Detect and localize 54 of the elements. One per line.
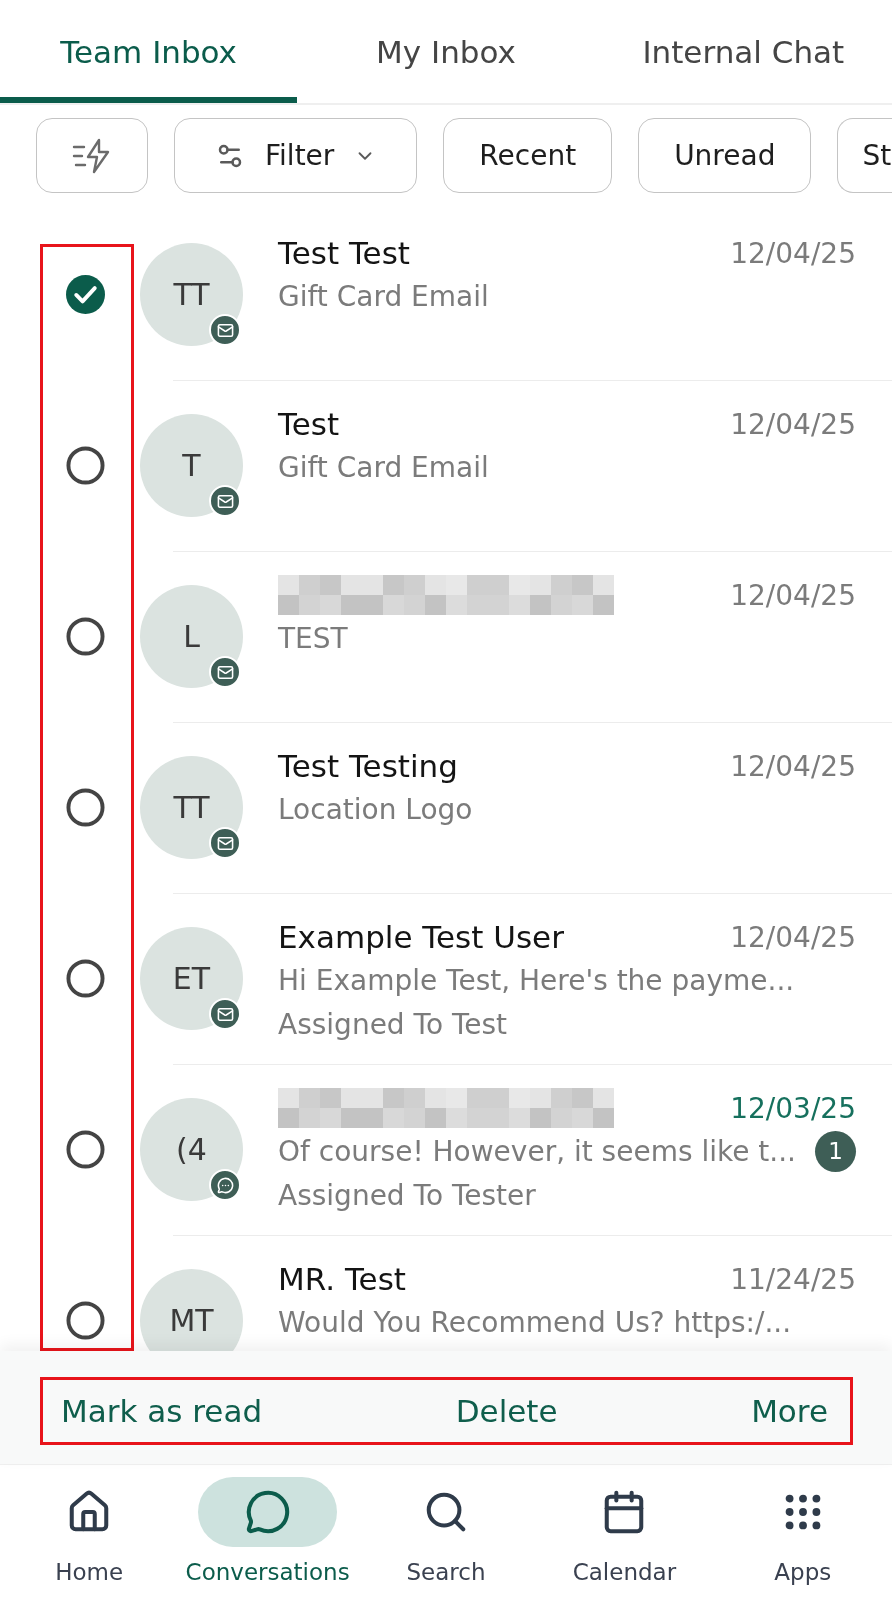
action-button[interactable]: Delete xyxy=(455,1393,558,1429)
checkbox[interactable] xyxy=(66,959,105,998)
contact-name: Example Test User xyxy=(278,919,564,955)
avatar-initials: L xyxy=(183,619,200,654)
action-button[interactable]: Mark as read xyxy=(61,1393,263,1429)
checkbox[interactable] xyxy=(66,1130,105,1169)
nav-item[interactable]: Apps xyxy=(713,1465,892,1599)
filter-chip[interactable]: St xyxy=(837,118,892,193)
message-preview: Would You Recommend Us? https:/... xyxy=(278,1305,792,1339)
message-preview: Hi Example Test, Here's the payme... xyxy=(278,963,795,997)
message-preview: Of course! However, it seems like t... xyxy=(278,1134,796,1168)
message-date: 12/04/25 xyxy=(730,749,856,783)
assignee-label: Assigned To Test xyxy=(278,1007,508,1041)
avatar-initials: (4 xyxy=(176,1132,207,1167)
contact-name: MR. Test xyxy=(278,1261,406,1297)
message-preview: Gift Card Email xyxy=(278,450,489,484)
tab[interactable]: Team Inbox xyxy=(0,0,298,103)
checkbox[interactable] xyxy=(66,1301,105,1340)
message-date: 12/04/25 xyxy=(730,920,856,954)
checkbox[interactable] xyxy=(66,617,105,656)
filter-dropdown[interactable]: Filter xyxy=(174,118,418,193)
filter-chip[interactable]: Recent xyxy=(443,118,613,193)
lightning-icon xyxy=(72,137,112,174)
message-preview: Gift Card Email xyxy=(278,279,489,313)
tab[interactable]: Internal Chat xyxy=(594,0,892,103)
nav-item[interactable]: Conversations xyxy=(178,1465,357,1599)
message-preview: Location Logo xyxy=(278,792,473,826)
filter-chip[interactable]: Unread xyxy=(638,118,812,193)
avatar-initials: TT xyxy=(173,790,210,825)
nav-item[interactable]: Search xyxy=(356,1465,536,1599)
icon-button[interactable] xyxy=(36,118,148,193)
assignee-label: Assigned To Tester xyxy=(278,1178,536,1212)
unread-count-badge: 1 xyxy=(815,1130,856,1172)
nav-item[interactable]: Calendar xyxy=(535,1465,714,1599)
action-button[interactable]: More xyxy=(751,1393,828,1429)
chat-bubble-icon xyxy=(244,1489,291,1535)
contact-name: Test Test xyxy=(278,235,410,271)
tab[interactable]: My Inbox xyxy=(297,0,595,103)
checkbox[interactable] xyxy=(66,788,105,827)
message-date: 12/03/25 xyxy=(730,1091,856,1125)
avatar-initials: T xyxy=(182,448,201,483)
checkbox[interactable] xyxy=(66,275,105,314)
avatar-initials: MT xyxy=(169,1303,214,1338)
message-date: 12/04/25 xyxy=(730,407,856,441)
avatar-initials: ET xyxy=(172,961,211,996)
checkbox[interactable] xyxy=(66,446,105,485)
message-date: 12/04/25 xyxy=(730,578,856,612)
message-preview: TEST xyxy=(278,621,348,655)
message-date: 11/24/25 xyxy=(730,1262,856,1296)
contact-name: Test xyxy=(278,406,340,442)
contact-name: Test Testing xyxy=(278,748,458,784)
message-date: 12/04/25 xyxy=(730,236,856,270)
avatar-initials: TT xyxy=(173,277,210,312)
nav-item[interactable]: Home xyxy=(0,1465,179,1599)
